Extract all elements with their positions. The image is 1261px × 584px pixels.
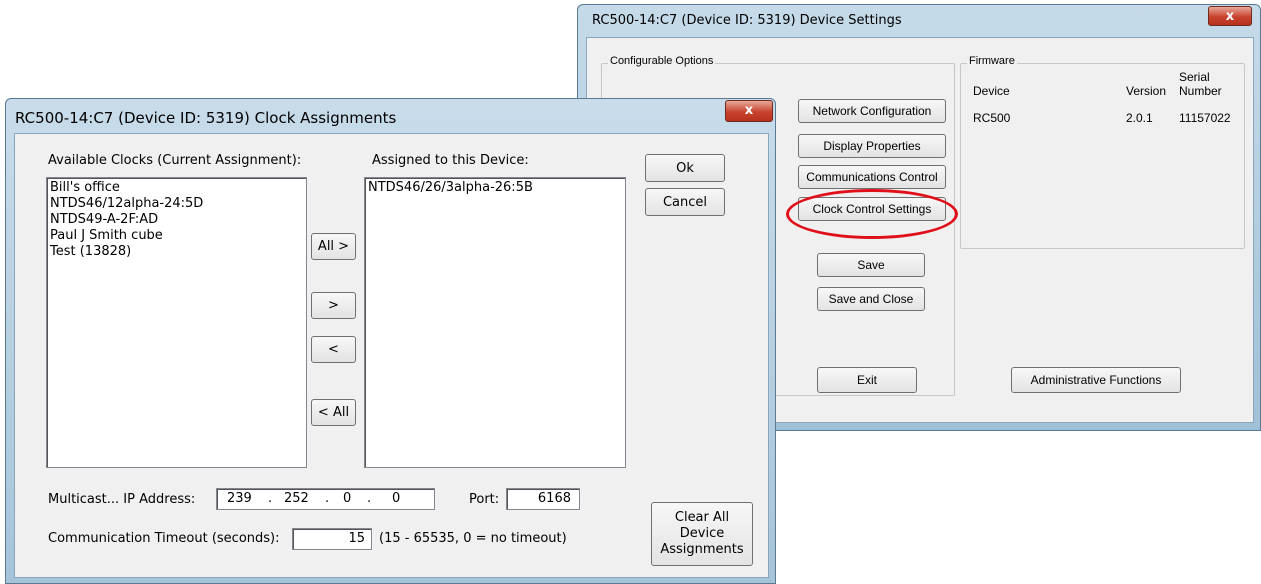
- timeout-label: Communication Timeout (seconds):: [48, 531, 280, 546]
- port-field[interactable]: 6168: [506, 488, 580, 510]
- firmware-col-serial-2: Number: [1179, 84, 1222, 98]
- close-icon[interactable]: x: [725, 100, 773, 122]
- available-clocks-label: Available Clocks (Current Assignment):: [48, 153, 302, 168]
- assigned-clocks-list[interactable]: NTDS46/26/3alpha-26:5B: [364, 177, 626, 468]
- assign-button[interactable]: >: [311, 292, 356, 319]
- firmware-col-device: Device: [973, 84, 1010, 98]
- cancel-button[interactable]: Cancel: [645, 188, 725, 216]
- list-item[interactable]: Test (13828): [50, 244, 303, 260]
- display-properties-button[interactable]: Display Properties: [798, 134, 946, 158]
- unassign-button[interactable]: <: [311, 336, 356, 363]
- clock-assignments-window: RC500-14:C7 (Device ID: 5319) Clock Assi…: [5, 98, 776, 584]
- firmware-col-version: Version: [1126, 84, 1167, 98]
- list-item[interactable]: NTDS46/12alpha-24:5D: [50, 196, 303, 212]
- communications-control-button[interactable]: Communications Control: [798, 165, 946, 189]
- ip-address-field[interactable]: 239 . 252 . 0 . 0: [216, 488, 435, 510]
- configurable-options-label: Configurable Options: [608, 55, 716, 67]
- timeout-field[interactable]: 15: [292, 528, 372, 550]
- device-settings-title: RC500-14:C7 (Device ID: 5319) Device Set…: [592, 13, 902, 28]
- clock-assignments-client: Available Clocks (Current Assignment): A…: [14, 133, 769, 578]
- ip-octet-3: 0: [343, 491, 352, 506]
- ip-octet-1: 239: [227, 491, 252, 506]
- save-and-close-button[interactable]: Save and Close: [817, 287, 925, 311]
- firmware-row-serial: 11157022: [1179, 111, 1231, 125]
- save-button[interactable]: Save: [817, 253, 925, 277]
- timeout-hint: (15 - 65535, 0 = no timeout): [379, 531, 567, 546]
- device-settings-titlebar[interactable]: RC500-14:C7 (Device ID: 5319) Device Set…: [578, 5, 1260, 37]
- firmware-row-version: 2.0.1: [1126, 111, 1153, 125]
- port-label: Port:: [469, 492, 500, 507]
- exit-button[interactable]: Exit: [817, 367, 917, 393]
- firmware-label: Firmware: [967, 55, 1017, 67]
- ip-separator: .: [325, 491, 330, 506]
- assign-all-button[interactable]: All >: [311, 233, 356, 260]
- clear-label-line-3: Assignments: [660, 542, 744, 557]
- clear-label-line-1: Clear All: [674, 510, 730, 525]
- multicast-ip-label: Multicast... IP Address:: [48, 492, 196, 507]
- close-icon[interactable]: x: [1208, 6, 1252, 26]
- list-item[interactable]: NTDS49-A-2F:AD: [50, 212, 303, 228]
- ok-button[interactable]: Ok: [645, 154, 725, 182]
- list-item[interactable]: Bill's office: [50, 180, 303, 196]
- ip-octet-4: 0: [392, 491, 401, 506]
- network-configuration-button[interactable]: Network Configuration: [798, 99, 946, 123]
- firmware-row-device: RC500: [973, 111, 1011, 125]
- clear-label-line-2: Device: [679, 526, 725, 541]
- list-item[interactable]: NTDS46/26/3alpha-26:5B: [368, 180, 622, 196]
- unassign-all-button[interactable]: < All: [311, 399, 356, 426]
- firmware-group: Firmware Device Version Serial Number RC…: [960, 55, 1245, 249]
- highlight-ellipse: [786, 189, 958, 239]
- clock-assignments-title: RC500-14:C7 (Device ID: 5319) Clock Assi…: [15, 109, 397, 127]
- ip-octet-2: 252: [284, 491, 309, 506]
- assigned-clocks-label: Assigned to this Device:: [372, 153, 529, 168]
- ip-separator: .: [367, 491, 372, 506]
- firmware-col-serial: Serial: [1179, 70, 1210, 84]
- administrative-functions-button[interactable]: Administrative Functions: [1011, 367, 1181, 393]
- ip-separator: .: [268, 491, 273, 506]
- available-clocks-list[interactable]: Bill's office NTDS46/12alpha-24:5D NTDS4…: [46, 177, 307, 468]
- list-item[interactable]: Paul J Smith cube: [50, 228, 303, 244]
- clear-all-device-assignments-button[interactable]: Clear All Device Assignments: [651, 502, 753, 566]
